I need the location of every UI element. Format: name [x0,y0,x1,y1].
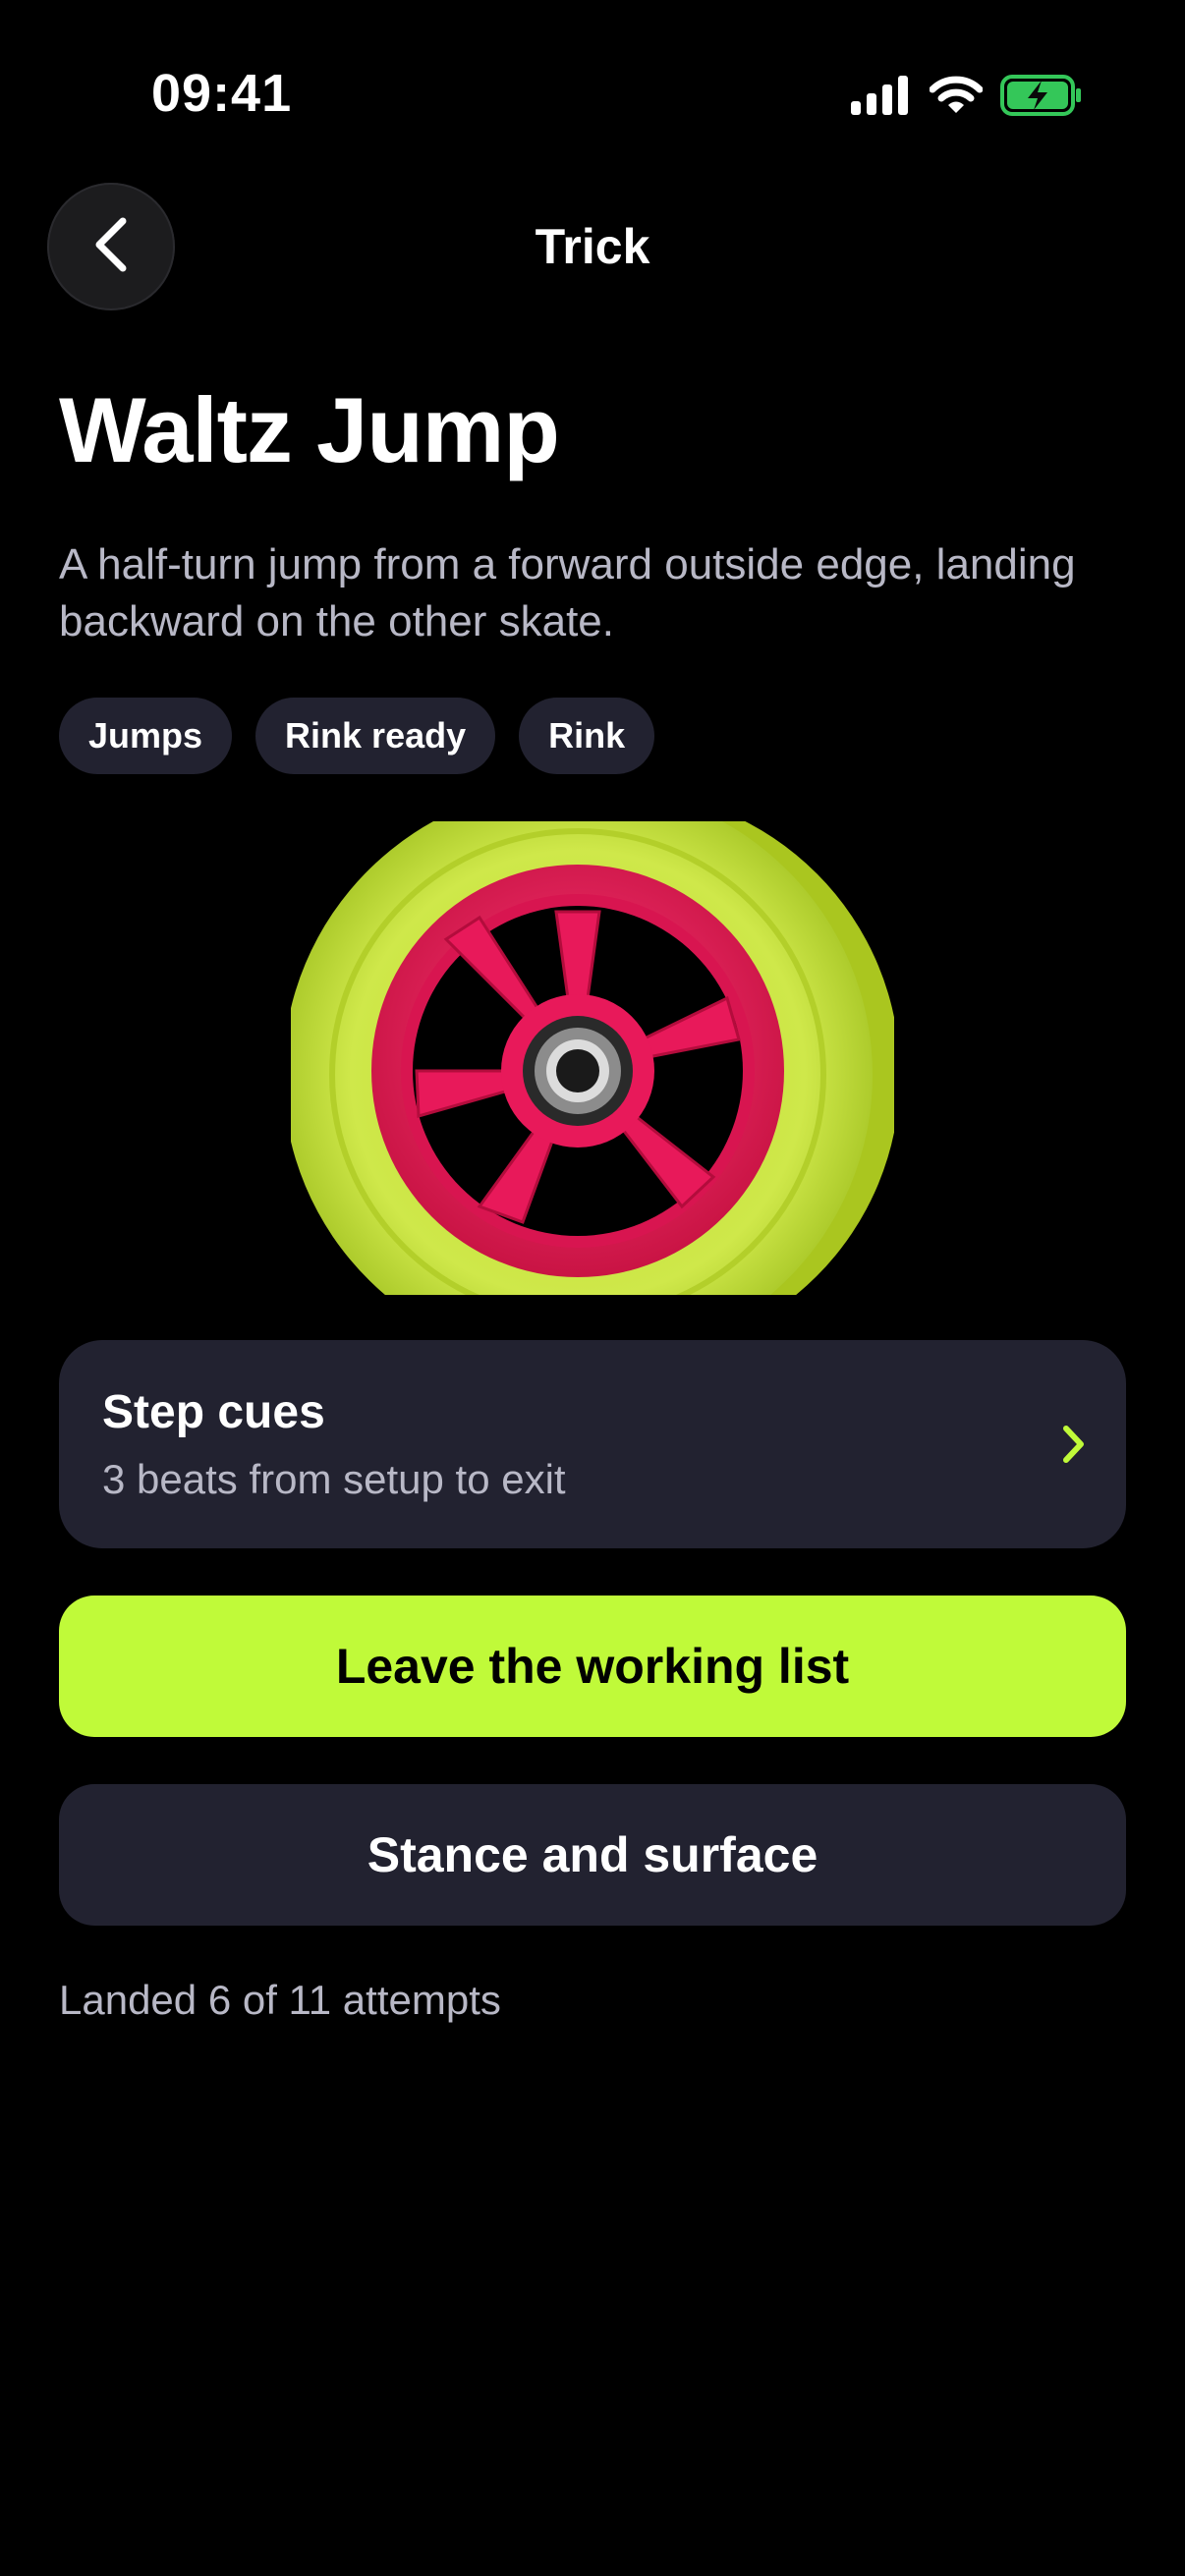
status-icons [851,75,1083,121]
skate-wheel-image [291,821,894,1295]
cellular-signal-icon [851,76,912,120]
tag-chip[interactable]: Rink [519,698,655,774]
wifi-icon [929,76,984,120]
tag-chip[interactable]: Rink ready [255,698,496,774]
step-cues-subtitle: 3 beats from setup to exit [102,1456,566,1502]
battery-charging-icon [1000,75,1083,121]
chevron-right-icon [1059,1421,1089,1473]
tag-chip[interactable]: Jumps [59,698,233,774]
leave-working-list-button[interactable]: Leave the working list [59,1596,1126,1737]
status-time: 09:41 [151,64,293,123]
page-title: Waltz Jump [59,378,560,481]
step-cues-card[interactable]: Step cues 3 beats from setup to exit [59,1340,1126,1548]
stance-and-surface-button[interactable]: Stance and surface [59,1784,1126,1926]
attempts-stat: Landed 6 of 11 attempts [59,1977,501,2023]
trick-description: A half-turn jump from a forward outside … [59,540,1076,645]
nav-bar: Trick [0,183,1185,312]
step-cues-title: Step cues [102,1386,325,1438]
status-bar: 09:41 [0,0,1185,187]
nav-title: Trick [535,219,650,274]
tag-list: Jumps Rink ready Rink [59,698,655,774]
